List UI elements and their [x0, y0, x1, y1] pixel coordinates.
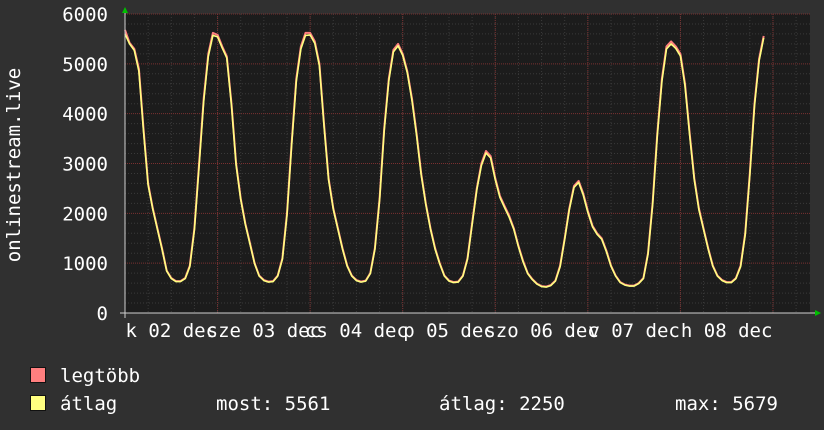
- x-tick-label: h 08 dec: [681, 320, 773, 342]
- y-tick-label: 0: [97, 303, 108, 325]
- x-tick-label: sze 03 dec: [207, 320, 321, 342]
- legend-swatch-max: [30, 367, 46, 383]
- y-tick-label: 2000: [62, 203, 108, 225]
- chart: 0 1000 2000 3000 4000 5000 6000 k 02 decsze 03…: [3, 4, 821, 342]
- legend-label-avg: átlag: [60, 393, 118, 415]
- y-tick-labels: 0 1000 2000 3000 4000 5000 6000: [62, 4, 108, 325]
- legend-label-max: legtöbb: [60, 365, 141, 387]
- x-axis-arrow-icon: [815, 310, 821, 316]
- stat-max: max: 5679: [675, 393, 778, 415]
- legend-swatch-avg: [30, 395, 46, 411]
- legend: legtöbb átlag most: 5561 átlag: 2250 max…: [30, 362, 778, 418]
- legend-row-max: legtöbb: [30, 362, 140, 390]
- stat-now: most: 5561: [216, 393, 331, 415]
- y-tick-label: 1000: [62, 253, 108, 275]
- x-tick-label: v 07 dec: [588, 320, 680, 342]
- y-tick-label: 3000: [62, 154, 108, 176]
- y-tick-label: 4000: [62, 104, 108, 126]
- y-axis-arrow-icon: [122, 7, 128, 13]
- x-tick-label: k 02 dec: [126, 320, 218, 342]
- x-tick-labels: k 02 decsze 03 deccs 04 decp 05 decszo 0…: [126, 320, 773, 342]
- y-tick-label: 5000: [62, 54, 108, 76]
- x-tick-label: p 05 dec: [403, 320, 495, 342]
- x-tick-label: cs 04 dec: [305, 320, 408, 342]
- y-tick-label: 6000: [62, 4, 108, 26]
- x-tick-label: szo 06 dec: [484, 320, 598, 342]
- legend-row-avg: átlag most: 5561 átlag: 2250 max: 5679: [30, 390, 778, 418]
- stat-average: átlag: 2250: [439, 393, 565, 415]
- y-axis-label: onlinestream.live: [3, 68, 25, 262]
